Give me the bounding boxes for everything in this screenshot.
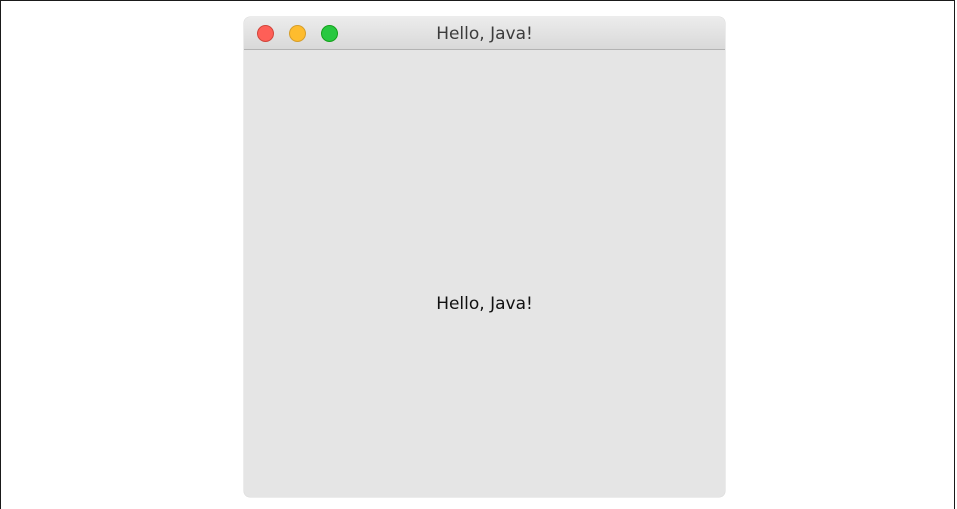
app-window: Hello, Java! Hello, Java! [244,17,725,497]
hello-label: Hello, Java! [436,294,533,314]
window-title: Hello, Java! [436,24,533,44]
window-content: Hello, Java! [244,50,725,497]
screenshot-frame: Hello, Java! Hello, Java! [0,0,955,509]
window-titlebar[interactable]: Hello, Java! [244,17,725,50]
